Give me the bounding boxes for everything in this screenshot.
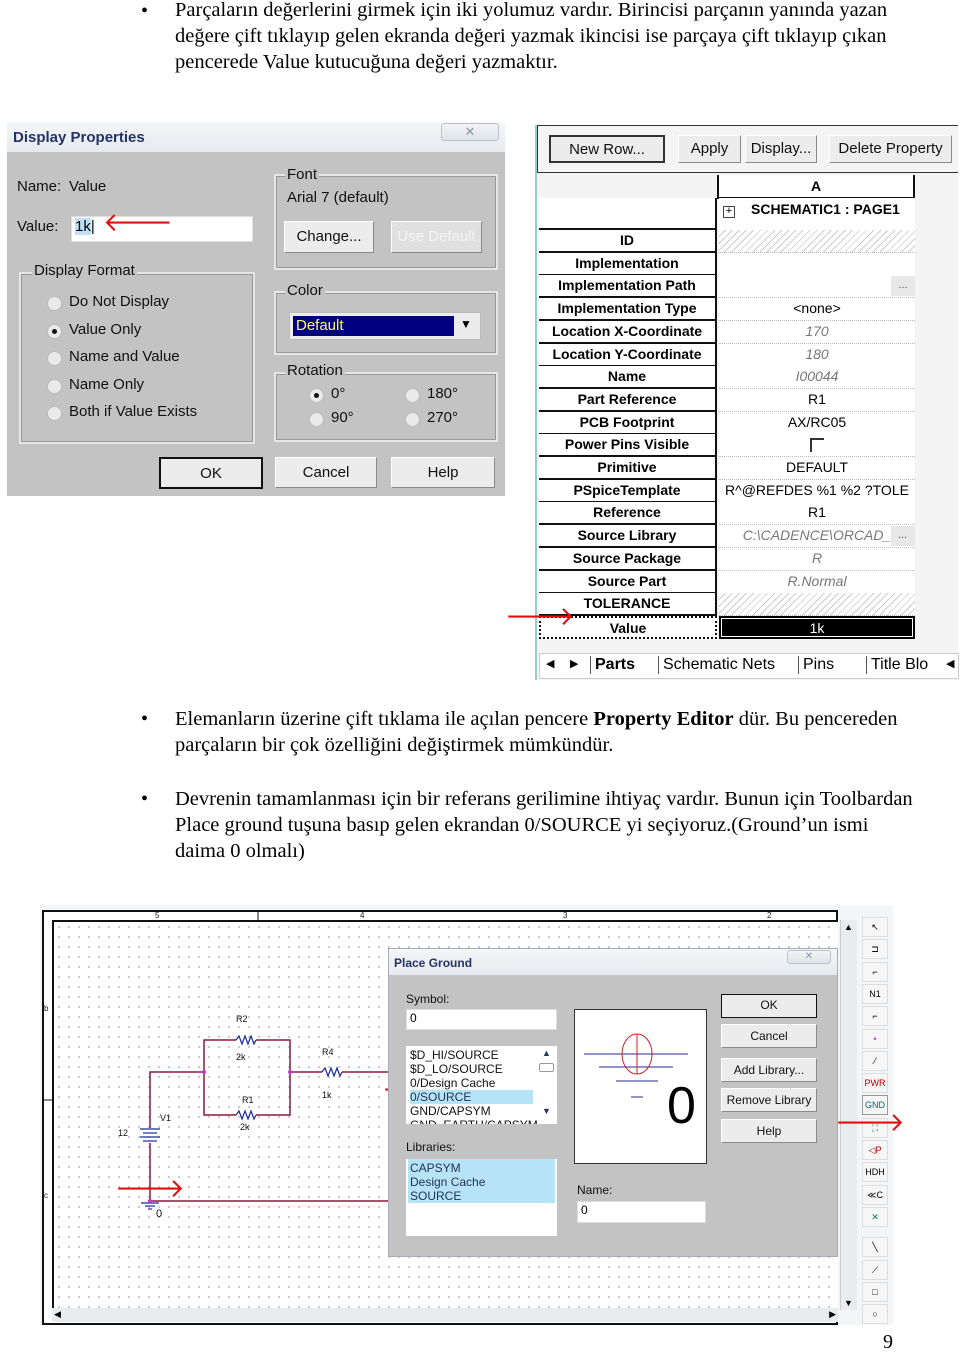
name-input[interactable]: 0 [577, 1201, 706, 1223]
wire [256, 1072, 291, 1116]
preview-label: 0 [667, 1077, 696, 1135]
r1-label: R1 [242, 1095, 254, 1105]
wire [203, 1072, 236, 1116]
list-item[interactable]: 0/SOURCE [410, 1090, 533, 1104]
rectangle-icon[interactable]: □ [862, 1281, 888, 1302]
place-wire-icon[interactable]: ⌐ [862, 961, 888, 982]
remove-library-button[interactable]: Remove Library [721, 1088, 817, 1112]
off-page-connector-icon[interactable]: ≪C [862, 1184, 888, 1205]
scroll-up-icon[interactable]: ▲ [542, 1048, 551, 1058]
ellipse-icon[interactable]: ○ [862, 1304, 888, 1325]
r1-value: 2k [240, 1122, 250, 1132]
symbol-label: Symbol: [406, 992, 450, 1006]
ruler-label: c [44, 1191, 48, 1200]
libraries-list[interactable]: CAPSYM Design Cache SOURCE [406, 1159, 557, 1236]
ruler-label: 2 [767, 911, 772, 920]
no-connect-icon[interactable]: ✕ [862, 1206, 888, 1227]
cancel-button[interactable]: Cancel [721, 1024, 817, 1048]
wire [256, 1039, 291, 1072]
wire [149, 1071, 204, 1128]
ruler-label: 3 [563, 911, 568, 920]
place-bus-icon[interactable]: ⌐ [862, 1006, 888, 1027]
resistor-r4 [321, 1066, 343, 1078]
list-item[interactable]: $D_HI/SOURCE [410, 1048, 533, 1062]
ok-button[interactable]: OK [721, 994, 817, 1018]
red-arrow-icon: 🡒 [835, 1108, 905, 1138]
place-ground-dialog: Place Ground ✕ Symbol: 0 $D_HI/SOURCE $D_… [388, 948, 838, 1257]
resistor-r1 [235, 1109, 257, 1121]
add-library-button[interactable]: Add Library... [721, 1058, 817, 1082]
ruler-label: 5 [155, 911, 160, 920]
list-item[interactable]: SOURCE [410, 1189, 461, 1203]
bus-entry-icon[interactable]: ⁄ [862, 1050, 888, 1071]
list-item[interactable]: 0/Design Cache [410, 1076, 533, 1090]
wire [203, 1039, 236, 1072]
line-icon[interactable]: ╲ [862, 1237, 888, 1258]
place-part-icon[interactable]: ⊐ [862, 939, 888, 960]
scroll-down-icon[interactable]: ▼ [542, 1106, 551, 1116]
wire [149, 1143, 388, 1202]
junction-node [288, 1070, 292, 1074]
help-button[interactable]: Help [721, 1119, 817, 1143]
hierarchical-pin-icon[interactable]: HDH [862, 1162, 888, 1183]
polyline-icon[interactable]: ⟋ [862, 1259, 888, 1280]
v1-label: V1 [160, 1113, 171, 1123]
v1-value: 12 [118, 1128, 128, 1138]
libraries-label: Libraries: [406, 1140, 456, 1154]
close-button[interactable]: ✕ [787, 950, 831, 964]
ruler-label: 4 [360, 911, 365, 920]
battery-v1 [140, 1128, 160, 1142]
junction-node [202, 1070, 206, 1074]
list-item[interactable]: CAPSYM [410, 1161, 461, 1175]
red-arrow-icon: 🡒 [115, 1174, 185, 1204]
symbol-list[interactable]: $D_HI/SOURCE $D_LO/SOURCE 0/Design Cache 0/… [406, 1046, 557, 1124]
list-item[interactable]: GND_EARTH/CAPSYM [410, 1118, 538, 1124]
net-alias-icon[interactable]: N1 [862, 983, 888, 1004]
select-icon[interactable]: ↖ [862, 917, 888, 937]
scroll-thumb[interactable] [539, 1063, 554, 1072]
list-item[interactable]: Design Cache [410, 1175, 485, 1189]
list-item[interactable]: GND/CAPSYM [410, 1104, 533, 1118]
junction-icon[interactable]: • [862, 1028, 888, 1049]
r4-label: R4 [322, 1047, 334, 1057]
r4-value: 1k [322, 1090, 332, 1100]
symbol-preview: 0 [574, 1009, 707, 1164]
r2-value: 2k [236, 1052, 246, 1062]
wires [149, 1039, 388, 1202]
hierarchical-port-icon[interactable]: ◁P [862, 1140, 888, 1160]
page-number: 9 [883, 1331, 893, 1353]
resistor-r2 [235, 1034, 257, 1046]
ground-label: 0 [156, 1208, 162, 1220]
symbol-input[interactable]: 0 [406, 1009, 557, 1030]
ruler-label: b [44, 1004, 49, 1013]
dialog-title: Place Ground [389, 949, 837, 975]
list-item[interactable]: $D_LO/SOURCE [410, 1062, 533, 1076]
name-label: Name: [577, 1183, 613, 1197]
power-icon[interactable]: PWR [862, 1073, 888, 1094]
r2-label: R2 [236, 1014, 248, 1024]
